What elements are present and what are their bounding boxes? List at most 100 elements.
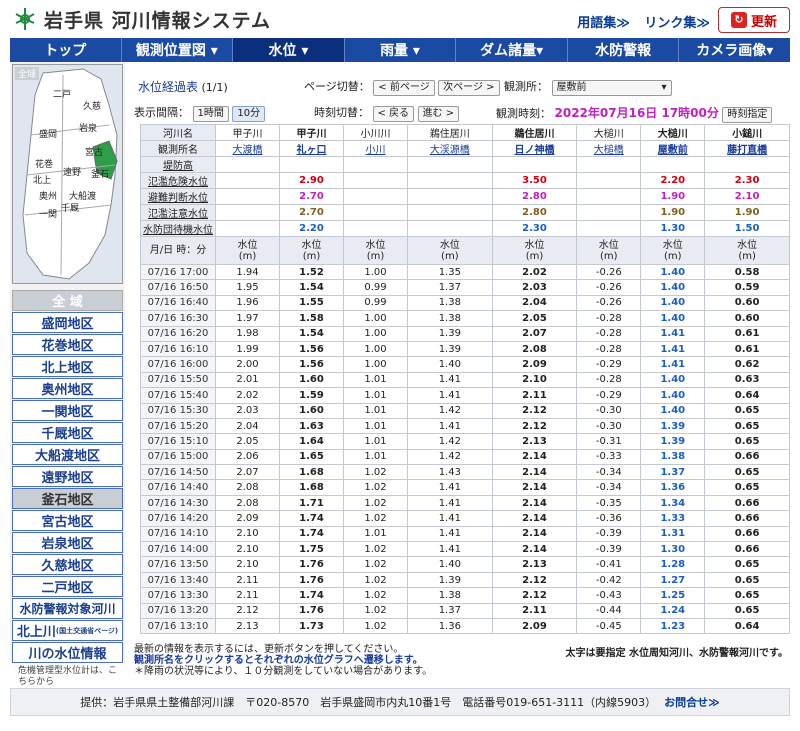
level-cell: 2.14 xyxy=(491,464,578,481)
level-cell: -0.29 xyxy=(576,356,642,373)
kitakamigawa-label: 北上川 xyxy=(16,625,56,640)
level-cell: 1.76 xyxy=(279,571,344,589)
zone-kitakamigawa[interactable]: 北上川 (国土交通省ページ) xyxy=(12,620,123,641)
evac-row-cell: 1.90 xyxy=(640,188,706,205)
reload-button[interactable]: ↻ 更新 xyxy=(718,7,790,33)
level-cell: -0.34 xyxy=(576,479,642,496)
station-link[interactable]: 大渡橋 xyxy=(215,140,280,157)
interval-1h-button[interactable]: 1時間 xyxy=(192,106,229,122)
zone-senmaya[interactable]: 千厩地区 xyxy=(12,422,123,443)
level-cell: -0.30 xyxy=(576,417,642,435)
zone-ninohe[interactable]: 二戸地区 xyxy=(12,576,123,597)
nav-top[interactable]: トップ xyxy=(10,38,122,62)
level-cell: 0.66 xyxy=(704,541,790,558)
level-cell: 1.01 xyxy=(343,448,408,466)
evac-row-cell: 2.70 xyxy=(279,188,344,205)
prev-page-button[interactable]: < 前ページ xyxy=(373,80,435,96)
zone-kitakami[interactable]: 北上地区 xyxy=(12,356,123,377)
kitakamigawa-sub: (国土交通省ページ) xyxy=(55,626,119,635)
row-label[interactable]: 氾濫危険水位 xyxy=(140,172,216,189)
level-cell: 2.11 xyxy=(215,587,280,604)
station-link[interactable]: 大槌橋 xyxy=(576,140,642,157)
sidebar-note[interactable]: 危機管理型水位計は、こちらから xyxy=(18,666,122,688)
level-cell: 0.64 xyxy=(704,617,790,635)
back-button[interactable]: < 戻る xyxy=(372,106,415,122)
zone-iwaizumi[interactable]: 岩泉地区 xyxy=(12,532,123,553)
zone-river-level-info[interactable]: 川の水位情報 xyxy=(12,642,123,663)
zone-tono[interactable]: 遠野地区 xyxy=(12,466,123,487)
interval-10m-button[interactable]: 10分 xyxy=(232,106,266,122)
station-link[interactable]: 日ノ神橋 xyxy=(491,140,578,157)
levee-cell xyxy=(576,156,642,173)
level-cell: 0.59 xyxy=(704,279,790,296)
header: 岩手県 河川情報システム 用語集≫ リンク集≫ ↻ 更新 xyxy=(0,0,800,38)
station-select[interactable]: 屋敷前 ▾ xyxy=(551,80,672,96)
level-cell: 1.01 xyxy=(343,371,408,389)
level-cell: 2.03 xyxy=(491,279,578,296)
station-link[interactable]: 屋敷前 xyxy=(640,140,706,157)
station-link[interactable]: 藤打直橋 xyxy=(704,140,790,157)
caution-row-cell xyxy=(576,204,642,221)
zone-flood-rivers[interactable]: 水防警報対象河川 xyxy=(12,598,123,619)
zone-hanamaki[interactable]: 花巻地区 xyxy=(12,334,123,355)
table-row: 07/16 13:20 2.12 1.76 1.02 1.37 2.11 -0.44 1.24… xyxy=(140,602,790,619)
level-cell: 1.23 xyxy=(640,617,706,635)
level-cell: 0.99 xyxy=(343,294,408,312)
zone-morioka[interactable]: 盛岡地区 xyxy=(12,312,123,333)
table-row: 07/16 15:20 2.04 1.63 1.01 1.41 2.12 -0.30 1.39… xyxy=(140,417,790,435)
contact-link[interactable]: お問合せ≫ xyxy=(664,694,720,710)
zone-oshu[interactable]: 奥州地区 xyxy=(12,378,123,399)
next-page-button[interactable]: 次ページ > xyxy=(438,80,500,96)
map-town: 久慈 xyxy=(83,102,102,112)
nav-map[interactable]: 観測位置図 ▾ xyxy=(122,38,234,62)
level-cell: 2.13 xyxy=(491,433,578,450)
row-label[interactable]: 氾濫注意水位 xyxy=(140,204,216,221)
map-town: 岩泉 xyxy=(79,124,98,134)
level-cell: 2.04 xyxy=(491,294,578,312)
row-label: 月/日 時：分 xyxy=(140,236,216,265)
level-cell: 2.05 xyxy=(491,310,578,327)
river-row-cell: 甲子川 xyxy=(215,124,280,141)
level-cell: 2.02 xyxy=(215,387,280,404)
zone-miyako[interactable]: 宮古地区 xyxy=(12,510,123,531)
nav-camera[interactable]: カメラ画像▾ xyxy=(679,38,790,62)
standby-row-cell: 2.30 xyxy=(491,220,578,237)
nav-rain[interactable]: 雨量 ▾ xyxy=(345,38,457,62)
zone-ichinoseki[interactable]: 一関地区 xyxy=(12,400,123,421)
standby-row-cell xyxy=(215,220,280,237)
time-cell: 07/16 15:50 xyxy=(140,371,216,389)
station-row: 観測所名 大渡橋 礼ヶ口 小川 大渓源橋 日ノ神橋 大槌橋 屋敷前 藤打直橋 xyxy=(140,140,790,157)
zone-all[interactable]: 全 域 xyxy=(12,290,123,311)
glossary-link[interactable]: 用語集≫ xyxy=(577,16,630,31)
row-label[interactable]: 水防団待機水位 xyxy=(140,220,216,237)
nav-water-level[interactable]: 水位 ▾ xyxy=(233,38,345,62)
level-cell: 2.14 xyxy=(491,448,578,466)
caution-row-cell: 2.70 xyxy=(279,204,344,221)
level-cell: 1.40 xyxy=(407,556,493,573)
table-row: 07/16 17:00 1.94 1.52 1.00 1.35 2.02 -0.26 1.40… xyxy=(140,263,790,281)
station-link[interactable]: 礼ヶ口 xyxy=(279,140,344,157)
zone-ofunato[interactable]: 大船渡地区 xyxy=(12,444,123,465)
time-cell: 07/16 15:20 xyxy=(140,417,216,435)
caution-row-cell xyxy=(343,204,408,221)
river-row: 河川名 甲子川 甲子川 小川川 鵜住居川 鵜住居川 大槌川 大槌川 小鎚川 xyxy=(140,124,790,141)
row-label[interactable]: 避難判断水位 xyxy=(140,188,216,205)
level-cell: -0.26 xyxy=(576,263,642,281)
danger-row-cell: 2.90 xyxy=(279,172,344,189)
station-link[interactable]: 小川 xyxy=(343,140,408,157)
zone-kuji[interactable]: 久慈地区 xyxy=(12,554,123,575)
nav-flood-warning[interactable]: 水防警報 xyxy=(568,38,680,62)
level-cell: 1.00 xyxy=(343,263,408,281)
time-cell: 07/16 15:30 xyxy=(140,402,216,419)
links-link[interactable]: リンク集≫ xyxy=(644,16,710,31)
level-cell: 1.68 xyxy=(279,464,344,481)
forward-button[interactable]: 進む > xyxy=(417,106,460,122)
region-map[interactable]: 全域 二戸 久慈 岩泉 盛岡 宮古 花巻 遠野 釜石 北上 奥州 大船渡 一関 … xyxy=(12,64,123,284)
nav-dam[interactable]: ダム諸量▾ xyxy=(456,38,568,62)
river-row-cell: 鵜住居川 xyxy=(407,124,493,141)
row-label[interactable]: 堤防高 xyxy=(140,156,216,173)
station-link[interactable]: 大渓源橋 xyxy=(407,140,493,157)
zone-kamaishi[interactable]: 釜石地区 xyxy=(12,488,123,509)
table-row: 07/16 14:40 2.08 1.68 1.02 1.41 2.14 -0.34 1.36… xyxy=(140,479,790,496)
time-spec-button[interactable]: 時刻指定 xyxy=(722,107,773,123)
